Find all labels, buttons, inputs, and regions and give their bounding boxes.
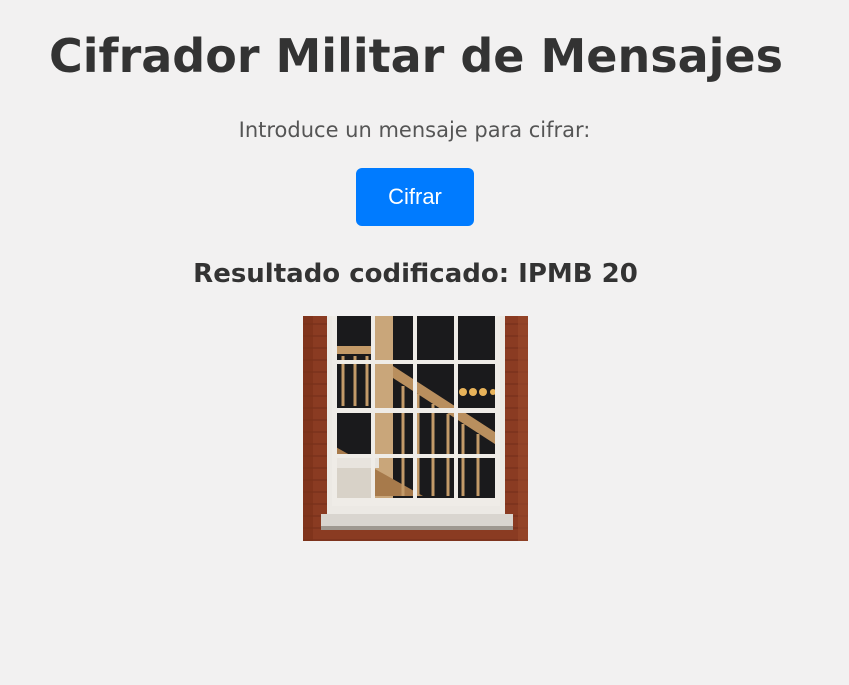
window-staircase-image <box>303 316 528 541</box>
page: Cifrador Militar de Mensajes Introduce u… <box>0 0 849 685</box>
page-title: Cifrador Militar de Mensajes <box>49 29 783 83</box>
encoded-result: Resultado codificado: IPMB 20 <box>193 259 638 289</box>
message-prompt-label: Introduce un mensaje para cifrar: <box>238 118 591 142</box>
encrypt-button[interactable]: Cifrar <box>356 168 474 226</box>
